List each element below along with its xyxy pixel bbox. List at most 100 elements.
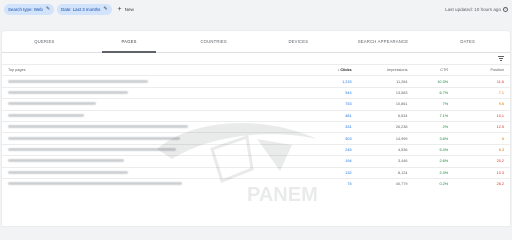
dimension-tabs: QUERIES PAGES COUNTRIES DEVICES SEARCH A… <box>2 31 510 53</box>
clicks-cell: 245 <box>316 143 358 156</box>
page-url-cell[interactable] <box>2 143 317 156</box>
impressions-cell: 26,238 <box>357 120 414 133</box>
table-row[interactable]: 194 3,446 2.6% 20.2 <box>2 155 510 168</box>
position-cell: 9.6 <box>454 98 510 111</box>
table-toolbar <box>2 53 510 64</box>
ctr-cell: 7.1% <box>413 109 455 122</box>
page-url-cell[interactable] <box>2 120 317 133</box>
tab-queries[interactable]: QUERIES <box>2 31 87 52</box>
position-cell: 12.5 <box>454 120 510 133</box>
clicks-cell: 194 <box>316 155 358 168</box>
clicks-cell: 132 <box>316 166 358 179</box>
column-header-clicks[interactable]: ↓ Clicks <box>316 63 358 76</box>
position-cell: 6.3 <box>454 143 510 156</box>
clicks-cell: 1,215 <box>316 75 358 88</box>
plus-icon: + <box>117 5 122 13</box>
impressions-cell: 3,446 <box>357 155 414 168</box>
position-cell: 6 <box>454 132 510 145</box>
table-row[interactable]: 132 8,124 2.4% 10.3 <box>2 166 510 179</box>
tab-devices[interactable]: DEVICES <box>256 31 341 52</box>
redacted-url <box>8 182 182 186</box>
table-row[interactable]: 1,215 11,284 10.3% 11.6 <box>2 75 510 88</box>
clicks-cell: 303 <box>316 132 358 145</box>
edit-pencil-icon[interactable]: ✎ <box>46 6 50 12</box>
table-row[interactable]: 303 14,999 3.6% 6 <box>2 132 510 145</box>
impressions-cell: 10,861 <box>357 98 414 111</box>
ctr-cell: 2.6% <box>413 155 455 168</box>
table-row[interactable]: 481 6,634 7.1% 10.1 <box>2 109 510 122</box>
last-updated-status: Last updated: 10 hours ago ? <box>445 6 508 12</box>
search-type-filter-chip[interactable]: Search type: Web ✎ <box>4 3 55 15</box>
filter-rows-icon[interactable] <box>498 56 504 61</box>
edit-pencil-icon[interactable]: ✎ <box>103 6 107 12</box>
column-header-impressions[interactable]: Impressions <box>357 63 414 76</box>
page-url-cell[interactable] <box>2 86 317 99</box>
ctr-cell: 0.2% <box>413 177 455 190</box>
ctr-cell: 2% <box>413 120 455 133</box>
performance-table-card: QUERIES PAGES COUNTRIES DEVICES SEARCH A… <box>2 31 510 226</box>
redacted-url <box>8 102 96 106</box>
ctr-cell: 10.3% <box>413 75 455 88</box>
position-cell: 7.1 <box>454 86 510 99</box>
page-url-cell[interactable] <box>2 166 317 179</box>
position-cell: 10.1 <box>454 109 510 122</box>
page-url-cell[interactable] <box>2 98 317 111</box>
table-header-row: Top pages ↓ Clicks Impressions CTR Posit… <box>2 63 510 76</box>
page-url-cell[interactable] <box>2 155 317 168</box>
help-icon[interactable]: ? <box>503 6 508 12</box>
last-updated-text: Last updated: 10 hours ago <box>445 6 501 12</box>
impressions-cell: 8,124 <box>357 166 414 179</box>
search-type-filter-label: Search type: Web <box>8 6 43 12</box>
ctr-cell: 7% <box>413 98 455 111</box>
ctr-cell: 3.6% <box>413 132 455 145</box>
column-header-top-pages[interactable]: Top pages <box>2 63 317 76</box>
redacted-url <box>8 113 84 117</box>
position-cell: 26.2 <box>454 177 510 190</box>
tab-pages[interactable]: PAGES <box>87 31 172 53</box>
redacted-url <box>8 136 180 140</box>
impressions-cell: 40,779 <box>357 177 414 190</box>
table-row[interactable]: 944 13,583 6.7% 7.1 <box>2 86 510 99</box>
clicks-cell: 944 <box>316 86 358 99</box>
tab-dates[interactable]: DATES <box>425 31 510 52</box>
column-header-position[interactable]: Position <box>454 63 510 76</box>
redacted-url <box>8 147 176 151</box>
page-url-cell[interactable] <box>2 75 317 88</box>
new-filter-button[interactable]: + New <box>118 6 134 13</box>
table-row[interactable]: 331 26,238 2% 12.5 <box>2 120 510 133</box>
impressions-cell: 13,583 <box>357 86 414 99</box>
tab-search-appearance[interactable]: SEARCH APPEARANCE <box>341 31 426 52</box>
impressions-cell: 14,999 <box>357 132 414 145</box>
impressions-cell: 6,634 <box>357 109 414 122</box>
date-filter-label: Date: Last 3 months <box>61 6 101 12</box>
redacted-url <box>8 90 128 94</box>
position-cell: 10.3 <box>454 166 510 179</box>
clicks-cell: 75 <box>316 177 358 190</box>
column-header-ctr[interactable]: CTR <box>413 63 455 76</box>
clicks-cell: 481 <box>316 109 358 122</box>
page-url-cell[interactable] <box>2 109 317 122</box>
ctr-cell: 5.4% <box>413 143 455 156</box>
clicks-cell: 753 <box>316 98 358 111</box>
page-url-cell[interactable] <box>2 132 317 145</box>
position-cell: 20.2 <box>454 155 510 168</box>
redacted-url <box>8 79 148 83</box>
ctr-cell: 6.7% <box>413 86 455 99</box>
redacted-url <box>8 159 124 163</box>
ctr-cell: 2.4% <box>413 166 455 179</box>
position-cell: 11.6 <box>454 75 510 88</box>
new-filter-label: New <box>124 6 134 12</box>
filter-bar: Search type: Web ✎ Date: Last 3 months ✎… <box>0 0 512 18</box>
column-header-clicks-label: Clicks <box>340 68 352 73</box>
impressions-cell: 4,536 <box>357 143 414 156</box>
pages-table: Top pages ↓ Clicks Impressions CTR Posit… <box>2 63 510 190</box>
table-row[interactable]: 753 10,861 7% 9.6 <box>2 98 510 111</box>
redacted-url <box>8 125 188 129</box>
page-url-cell[interactable] <box>2 177 317 190</box>
clicks-cell: 331 <box>316 120 358 133</box>
date-filter-chip[interactable]: Date: Last 3 months ✎ <box>57 3 112 15</box>
redacted-url <box>8 170 128 174</box>
table-row[interactable]: 75 40,779 0.2% 26.2 <box>2 177 510 190</box>
table-row[interactable]: 245 4,536 5.4% 6.3 <box>2 143 510 156</box>
tab-countries[interactable]: COUNTRIES <box>171 31 256 52</box>
